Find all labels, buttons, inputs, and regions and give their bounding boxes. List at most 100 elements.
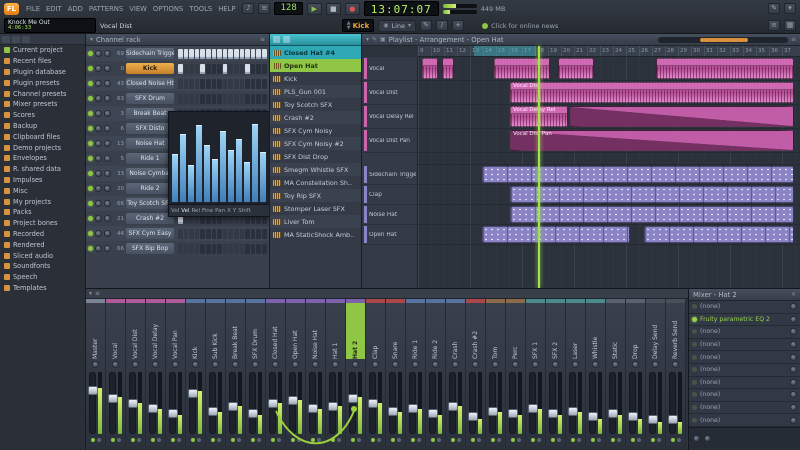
fx-slot-6[interactable]: (none) bbox=[689, 363, 800, 377]
step-cell[interactable] bbox=[245, 48, 250, 59]
fader-thumb[interactable] bbox=[208, 406, 218, 416]
fx-slot-3[interactable]: (none) bbox=[689, 326, 800, 339]
browser-item-speech[interactable]: Speech bbox=[0, 272, 85, 283]
velocity-bar[interactable] bbox=[172, 154, 178, 202]
step-cell[interactable] bbox=[233, 243, 239, 254]
draw-tool-icon[interactable]: ✎ bbox=[420, 20, 433, 31]
fx-slot-9[interactable]: (none) bbox=[689, 401, 800, 415]
step-cell[interactable] bbox=[228, 78, 233, 89]
mute-led[interactable] bbox=[250, 438, 255, 442]
mixer-strip-static[interactable]: Static bbox=[606, 299, 626, 450]
step-cell[interactable] bbox=[222, 78, 228, 89]
audio-clip[interactable]: Vocal Dist bbox=[510, 82, 794, 103]
step-cell[interactable] bbox=[211, 48, 217, 59]
step-cell[interactable] bbox=[261, 48, 267, 59]
chevron-down-icon[interactable]: ▾ bbox=[90, 36, 93, 44]
mixer-strip-drop[interactable]: Drop bbox=[626, 299, 646, 450]
mute-led[interactable] bbox=[530, 438, 535, 442]
pan-knob[interactable] bbox=[592, 361, 599, 368]
chevron-down-icon[interactable]: ▾ bbox=[89, 290, 92, 298]
step-cell[interactable] bbox=[205, 243, 211, 254]
channel-enable-led[interactable] bbox=[88, 96, 93, 101]
channel-enable-led[interactable] bbox=[88, 81, 93, 86]
sample-item-sfx-cym-noisy[interactable]: SFX Cym Noisy bbox=[270, 124, 361, 137]
sample-item-stomper-laser-sfx[interactable]: Stomper Laser SFX bbox=[270, 202, 361, 215]
pan-knob[interactable] bbox=[95, 230, 102, 237]
mute-led[interactable] bbox=[330, 438, 335, 442]
volume-fader[interactable] bbox=[368, 372, 378, 434]
step-cell[interactable] bbox=[205, 228, 211, 239]
volume-fader[interactable] bbox=[148, 372, 158, 434]
volume-knob[interactable] bbox=[104, 125, 111, 132]
pan-knob[interactable] bbox=[272, 361, 279, 368]
pan-knob[interactable] bbox=[95, 215, 102, 222]
route-led[interactable] bbox=[456, 438, 461, 442]
mixer-strip-tom[interactable]: Tom bbox=[486, 299, 506, 450]
mute-led[interactable] bbox=[210, 438, 215, 442]
mute-led[interactable] bbox=[90, 438, 95, 442]
pan-knob[interactable] bbox=[512, 361, 519, 368]
play-button[interactable]: ▶ bbox=[306, 2, 322, 15]
route-led[interactable] bbox=[96, 438, 101, 442]
mute-led[interactable] bbox=[550, 438, 555, 442]
graph-tab-pan[interactable]: Pan bbox=[215, 208, 225, 214]
browser-item-my-projects[interactable]: My projects bbox=[0, 196, 85, 207]
fader-thumb[interactable] bbox=[348, 393, 358, 403]
rack-menu-icon[interactable]: ≡ bbox=[260, 36, 265, 44]
fader-thumb[interactable] bbox=[668, 414, 678, 424]
step-cell[interactable] bbox=[217, 63, 222, 74]
slot-enable-led[interactable] bbox=[692, 304, 697, 310]
menu-tools[interactable]: TOOLS bbox=[186, 5, 215, 13]
channel-enable-led[interactable] bbox=[88, 66, 93, 71]
fader-thumb[interactable] bbox=[548, 409, 558, 419]
mixer-strip-ride-1[interactable]: Ride 1 bbox=[406, 299, 426, 450]
volume-fader[interactable] bbox=[428, 372, 438, 434]
fx-slot-8[interactable]: (none) bbox=[689, 389, 800, 402]
pan-knob[interactable] bbox=[95, 170, 102, 177]
step-cell[interactable] bbox=[200, 228, 205, 239]
volume-knob[interactable] bbox=[104, 215, 111, 222]
track-header-vocal-dist[interactable]: Vocal Dist bbox=[362, 81, 418, 105]
step-cell[interactable] bbox=[245, 63, 250, 74]
step-cell[interactable] bbox=[183, 228, 189, 239]
mixer-strip-ride-2[interactable]: Ride 2 bbox=[426, 299, 446, 450]
pan-knob[interactable] bbox=[632, 361, 639, 368]
fader-thumb[interactable] bbox=[628, 412, 638, 421]
step-cell[interactable] bbox=[228, 48, 233, 59]
velocity-bar[interactable] bbox=[196, 125, 202, 202]
track-header-vocal[interactable]: Vocal bbox=[362, 57, 418, 81]
volume-fader[interactable] bbox=[308, 372, 318, 434]
graph-tab-vel[interactable]: Vel bbox=[181, 208, 189, 214]
volume-fader[interactable] bbox=[228, 372, 238, 434]
step-cell[interactable] bbox=[183, 243, 189, 254]
pattern-clip[interactable] bbox=[644, 226, 794, 243]
pattern-clip[interactable] bbox=[482, 166, 794, 183]
sample-item-smegm-whistle-sfx[interactable]: Smegm Whistle SFX bbox=[270, 163, 361, 176]
playlist-toggle-icon[interactable]: ▦ bbox=[784, 20, 796, 31]
step-cell[interactable] bbox=[261, 78, 267, 89]
step-cell[interactable] bbox=[228, 228, 233, 239]
step-cell[interactable] bbox=[245, 93, 250, 104]
step-cell[interactable] bbox=[178, 228, 183, 239]
velocity-bar[interactable] bbox=[212, 158, 218, 202]
audio-clip[interactable] bbox=[558, 58, 594, 79]
step-cell[interactable] bbox=[200, 243, 205, 254]
volume-knob[interactable] bbox=[104, 245, 111, 252]
step-cell[interactable] bbox=[211, 243, 217, 254]
pan-knob[interactable] bbox=[252, 361, 259, 368]
mute-led[interactable] bbox=[190, 438, 195, 442]
volume-fader[interactable] bbox=[328, 372, 338, 434]
route-led[interactable] bbox=[556, 438, 561, 442]
slot-enable-led[interactable] bbox=[692, 417, 697, 423]
channel-enable-led[interactable] bbox=[88, 111, 93, 116]
volume-fader[interactable] bbox=[388, 372, 398, 434]
volume-knob[interactable] bbox=[104, 65, 111, 72]
route-led[interactable] bbox=[616, 438, 621, 442]
volume-knob[interactable] bbox=[104, 185, 111, 192]
step-cell[interactable] bbox=[200, 48, 205, 59]
pan-knob[interactable] bbox=[372, 361, 379, 368]
pan-knob[interactable] bbox=[95, 200, 102, 207]
mixer-strip-clap[interactable]: Clap bbox=[366, 299, 386, 450]
sample-item-kick[interactable]: Kick bbox=[270, 72, 361, 85]
mixer-strip-hat-1[interactable]: Hat 1 bbox=[326, 299, 346, 450]
